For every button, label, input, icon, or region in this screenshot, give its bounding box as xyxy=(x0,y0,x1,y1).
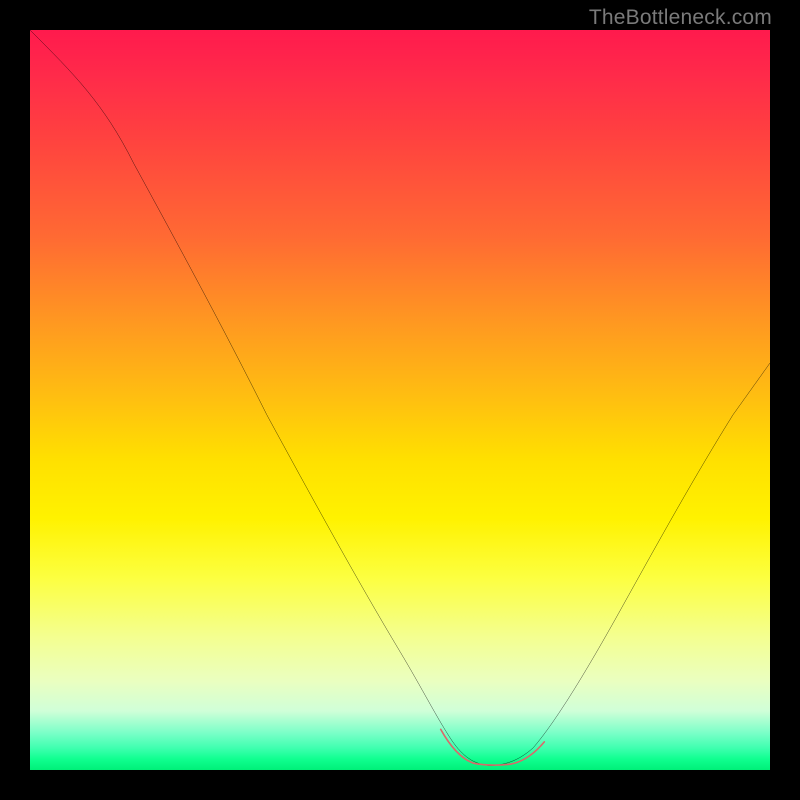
curve-path xyxy=(30,30,770,766)
plot-area xyxy=(30,30,770,770)
watermark-text: TheBottleneck.com xyxy=(589,6,772,30)
chart-frame: TheBottleneck.com xyxy=(0,0,800,800)
flat-minimum-marker xyxy=(441,729,545,765)
bottleneck-curve xyxy=(30,30,770,770)
